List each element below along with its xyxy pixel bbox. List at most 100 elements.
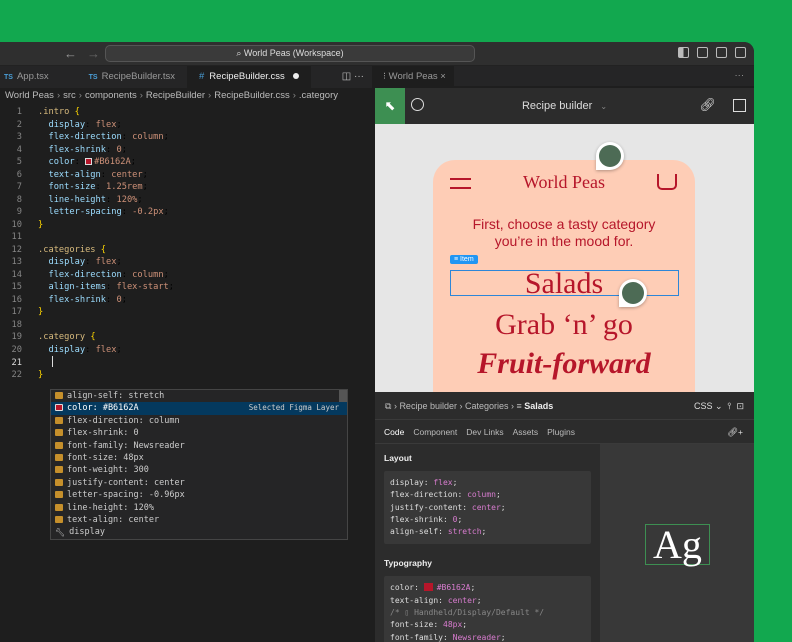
back-button[interactable]: ←	[64, 46, 77, 61]
selector: .category	[38, 332, 85, 342]
comment-icon[interactable]	[411, 98, 424, 111]
tab-world-peas[interactable]: ⁝ World Peas ×	[375, 66, 454, 88]
collaborator-avatar[interactable]	[596, 142, 624, 170]
customize-layout-icon[interactable]	[735, 47, 746, 58]
code-line[interactable]: 9 letter-spacing: -0.2px;	[0, 206, 372, 219]
chevron-right-icon: ›	[79, 90, 82, 101]
link-icon[interactable]: 🔗︎	[699, 97, 716, 113]
split-editor-icon[interactable]: ◫	[342, 71, 351, 82]
typography-code-block[interactable]: color: #B6162A;text-align: center;/* ▯ H…	[384, 576, 591, 642]
select-tool-icon[interactable]: ⬉	[375, 88, 405, 124]
collaborator-avatar[interactable]	[619, 279, 647, 307]
line-number: 2	[0, 119, 22, 132]
value: 1.25rem	[106, 182, 143, 192]
suggestion-item[interactable]: text-align: center	[51, 514, 347, 526]
close-icon[interactable]: ×	[440, 71, 446, 82]
tab-plugins[interactable]: Plugins	[547, 427, 575, 437]
code-line[interactable]: 11	[0, 231, 372, 244]
code-lines[interactable]: 1.intro {2 display: flex;3 flex-directio…	[0, 106, 372, 381]
suggestion-item[interactable]: flex-direction: column	[51, 415, 347, 427]
code-line[interactable]: 15 align-items: flex-start;	[0, 281, 372, 294]
code-line[interactable]: 4 flex-shrink: 0;	[0, 144, 372, 157]
mobile-frame[interactable]: World Peas First, choose a tasty categor…	[433, 160, 695, 392]
breadcrumb-item[interactable]: RecipeBuilder	[146, 90, 205, 101]
layout-heading: Layout	[384, 453, 591, 463]
brace: {	[101, 245, 106, 255]
suggestion-item[interactable]: font-weight: 300	[51, 464, 347, 476]
suggestion-item[interactable]: justify-content: center	[51, 477, 347, 489]
suggestion-item[interactable]: 🔧︎display	[51, 526, 347, 538]
collapse-panel-icon[interactable]: ⊡	[736, 401, 744, 411]
suggestion-label: align-self: stretch	[67, 391, 164, 401]
add-link-icon[interactable]: 🔗︎+	[727, 420, 743, 444]
breadcrumb-item[interactable]: RecipeBuilder.css	[214, 90, 290, 101]
file-title[interactable]: Recipe builder	[522, 100, 592, 112]
open-external-icon[interactable]	[733, 99, 746, 112]
more-icon[interactable]: ···	[735, 66, 745, 86]
code-line[interactable]: 22}	[0, 369, 372, 382]
tab-component[interactable]: Component	[413, 427, 457, 437]
code-line[interactable]: 10}	[0, 219, 372, 232]
code-line[interactable]: 2 display: flex;	[0, 119, 372, 132]
breadcrumb-item[interactable]: src	[63, 90, 76, 101]
category-salads[interactable]: Salads	[433, 267, 695, 301]
code-line[interactable]: 14 flex-direction: column;	[0, 269, 372, 282]
code-line[interactable]: 13 display: flex;	[0, 256, 372, 269]
toggle-secondary-sidebar-icon[interactable]	[716, 47, 727, 58]
code-line[interactable]: 8 line-height: 120%;	[0, 194, 372, 207]
suggestion-item[interactable]: letter-spacing: -0.96px	[51, 489, 347, 501]
category-grab-n-go[interactable]: Grab ‘n’ go	[433, 308, 695, 342]
layout-code-block[interactable]: display: flex;flex-direction: column;jus…	[384, 471, 591, 544]
brace: }	[38, 220, 43, 230]
tab-code[interactable]: Code	[384, 427, 404, 437]
code-line[interactable]: 18	[0, 319, 372, 332]
code-line[interactable]: 12.categories {	[0, 244, 372, 257]
code-line[interactable]: 20 display: flex;	[0, 344, 372, 357]
design-canvas[interactable]: World Peas First, choose a tasty categor…	[375, 124, 754, 392]
suggestion-item[interactable]: font-family: Newsreader	[51, 440, 347, 452]
suggestion-item[interactable]: flex-shrink: 0	[51, 427, 347, 439]
suggestion-item[interactable]: font-size: 48px	[51, 452, 347, 464]
more-actions-icon[interactable]: ···	[354, 71, 364, 82]
crumb[interactable]: Recipe builder	[399, 401, 457, 411]
command-center-search[interactable]: ⌕ World Peas (Workspace)	[105, 45, 475, 62]
code-line[interactable]: 21	[0, 356, 372, 369]
suggestion-item[interactable]: color: #B6162ASelected Figma Layer	[51, 402, 347, 414]
code-line[interactable]: 16 flex-shrink: 0;	[0, 294, 372, 307]
value: 120%	[116, 195, 137, 205]
property-icon	[55, 417, 63, 424]
breadcrumb-item[interactable]: .category	[299, 90, 338, 101]
breadcrumb-item[interactable]: World Peas	[5, 90, 54, 101]
tab-assets[interactable]: Assets	[513, 427, 539, 437]
suggestion-label: font-size: 48px	[67, 453, 144, 463]
tab-recipebuilder-tsx[interactable]: TSRecipeBuilder.tsx	[61, 66, 187, 88]
code-line[interactable]: 3 flex-direction: column;	[0, 131, 372, 144]
unsaved-dot-icon[interactable]	[293, 73, 299, 79]
code-line[interactable]: 6 text-align: center;	[0, 169, 372, 182]
settings-sliders-icon[interactable]: ⫯	[728, 401, 732, 411]
tab-dev-links[interactable]: Dev Links	[466, 427, 503, 437]
chevron-down-icon[interactable]: ⌄	[600, 102, 607, 111]
category-fruit-forward[interactable]: Fruit-forward	[433, 347, 695, 381]
value: column	[132, 132, 163, 142]
crumb-current[interactable]: Salads	[524, 401, 553, 411]
toggle-panel-icon[interactable]	[697, 47, 708, 58]
code-line[interactable]: 19.category {	[0, 331, 372, 344]
forward-button[interactable]: →	[87, 46, 100, 61]
crumb[interactable]: Categories	[465, 401, 509, 411]
selector: .categories	[38, 245, 96, 255]
code-line[interactable]: 7 font-size: 1.25rem;	[0, 181, 372, 194]
toggle-sidebar-icon[interactable]	[678, 47, 689, 58]
code-line[interactable]: 17}	[0, 306, 372, 319]
autocomplete-menu[interactable]: align-self: stretchcolor: #B6162ASelecte…	[50, 389, 348, 540]
breadcrumb-item[interactable]: components	[85, 90, 137, 101]
code-line[interactable]: 1.intro {	[0, 106, 372, 119]
code-line[interactable]: 5 color: #B6162A;	[0, 156, 372, 169]
tab-recipebuilder-css[interactable]: #RecipeBuilder.css	[187, 66, 311, 88]
suggestion-item[interactable]: line-height: 120%	[51, 502, 347, 514]
tab-app-tsx[interactable]: TSApp.tsx	[0, 66, 61, 88]
brand-title: World Peas	[433, 172, 695, 193]
color-swatch[interactable]	[85, 158, 92, 165]
suggestion-item[interactable]: align-self: stretch	[51, 390, 347, 402]
language-select[interactable]: CSS	[694, 401, 713, 411]
